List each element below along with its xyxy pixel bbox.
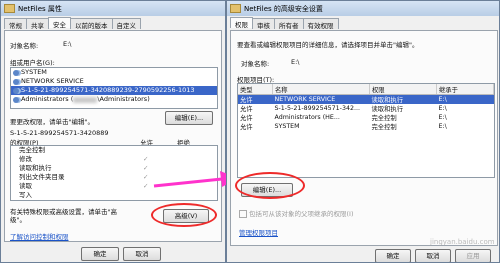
allow-check-icon: ✓ — [143, 155, 149, 163]
special-permissions-hint: 有关特殊权限或高级设置，请单击"高 — [10, 208, 117, 216]
edit-hint: 要更改权限，请单击"编辑"。 — [10, 118, 94, 126]
object-name-label: 对象名称: — [10, 42, 39, 50]
cancel-button[interactable]: 取消 — [123, 247, 161, 261]
cell-name: NETWORK SERVICE — [272, 94, 370, 104]
window-title: NetFiles 属性 — [18, 4, 62, 13]
cell-perm: 完全控制 — [371, 124, 397, 131]
allow-check-icon: ✓ — [143, 182, 149, 190]
ok-button[interactable]: 确定 — [81, 247, 119, 261]
permission-name: 完全控制 — [19, 146, 45, 154]
permission-row: 完全控制 — [11, 146, 217, 155]
user-icon — [13, 87, 19, 94]
allow-check-icon: ✓ — [143, 164, 149, 172]
list-item[interactable]: Administrators (\Administrators) — [11, 95, 217, 104]
tab-general[interactable]: 常规 — [4, 18, 27, 30]
tab-previous-versions[interactable]: 以前的版本 — [70, 18, 113, 30]
cell-type: 允许 — [240, 106, 253, 113]
tab-security[interactable]: 安全 — [48, 17, 71, 29]
cell-type: 允许 — [240, 115, 253, 122]
object-name-value: E:\ — [291, 58, 300, 66]
cell-from: E:\ — [438, 105, 447, 112]
cell-perm: 读取和执行 — [369, 94, 437, 104]
inherit-checkbox[interactable]: 包括可从该对象的父项继承的权限(I) — [239, 208, 354, 218]
checkbox-icon — [239, 210, 247, 218]
allow-check-icon: ✓ — [143, 173, 149, 181]
apply-button[interactable]: 应用 — [455, 249, 491, 262]
cell-perm: 完全控制 — [371, 115, 397, 122]
tab-customize[interactable]: 自定义 — [111, 18, 141, 30]
permission-name: 写入 — [19, 191, 32, 199]
cell-from: E:\ — [436, 94, 494, 104]
table-row[interactable]: 允许 SYSTEM 完全控制 E:\ — [238, 122, 494, 131]
special-permissions-hint-2: 级"。 — [10, 216, 26, 224]
permission-name: 读取 — [19, 182, 32, 190]
folder-icon — [230, 4, 241, 13]
list-item[interactable]: SYSTEM — [11, 68, 217, 77]
user-group-icon — [13, 96, 19, 103]
cell-type: 允许 — [238, 94, 273, 104]
intro-text: 要查看或编辑权限项目的详细信息，请选择项目并单击"编辑"。 — [237, 41, 419, 49]
entries-grid: 类型 名称 权限 继承于 允许 NETWORK SERVICE 读取和执行 E:\ 允许… — [238, 84, 494, 131]
tab-sharing[interactable]: 共享 — [26, 18, 49, 30]
properties-window: NetFiles 属性 常规 共享 安全 以前的版本 自定义 对象名称: E:\… — [0, 0, 226, 263]
permission-name: 读取和执行 — [19, 164, 52, 172]
table-row[interactable]: 允许 S-1-5-21-899254571-342... 读取和执行 E:\ — [238, 104, 494, 113]
ok-button[interactable]: 确定 — [375, 249, 411, 262]
folder-icon — [4, 4, 15, 13]
annotation-circle — [151, 203, 217, 227]
permission-row: 修改 ✓ — [11, 155, 217, 164]
advanced-permissions-panel: 要查看或编辑权限项目的详细信息，请选择项目并单击"编辑"。 对象名称: E:\ … — [230, 30, 498, 246]
cell-name: S-1-5-21-899254571-342... — [274, 105, 360, 112]
column-type[interactable]: 类型 — [238, 84, 273, 95]
cell-type: 允许 — [240, 124, 253, 131]
permission-entries-table[interactable]: 类型 名称 权限 继承于 允许 NETWORK SERVICE 读取和执行 E:\ 允许… — [237, 83, 495, 178]
edit-button[interactable]: 编辑(E)... — [165, 111, 213, 125]
table-row-selected[interactable]: 允许 NETWORK SERVICE 读取和执行 E:\ — [238, 94, 494, 104]
manage-entries-link[interactable]: 管理权限项目 — [239, 227, 278, 237]
permission-name: 修改 — [19, 155, 32, 163]
properties-titlebar: NetFiles 属性 — [1, 1, 225, 16]
cell-from: E:\ — [438, 114, 447, 121]
table-row[interactable]: 允许 Administrators (HE... 完全控制 E:\ — [238, 113, 494, 122]
advanced-titlebar: NetFiles 的高级安全设置 — [227, 1, 499, 16]
annotation-circle — [235, 172, 305, 199]
user-list[interactable]: SYSTEM NETWORK SERVICE S-1-5-21-89925457… — [10, 67, 218, 109]
column-name[interactable]: 名称 — [272, 84, 370, 95]
object-name-value: E:\ — [63, 40, 72, 48]
cancel-button[interactable]: 取消 — [415, 249, 451, 262]
column-permission[interactable]: 权限 — [369, 84, 437, 95]
tab-owner[interactable]: 所有者 — [274, 18, 304, 30]
tab-auditing[interactable]: 审核 — [252, 18, 275, 30]
permissions-for-label: S-1-5-21-899254571-3420889 — [10, 129, 109, 137]
column-inherited-from[interactable]: 继承于 — [436, 84, 494, 95]
cell-name: SYSTEM — [274, 123, 300, 130]
user-group-icon — [13, 69, 19, 76]
tab-effective-permissions[interactable]: 有效权限 — [302, 18, 339, 30]
redacted-text — [73, 96, 98, 103]
cell-perm: 读取和执行 — [371, 106, 403, 113]
tab-permissions[interactable]: 权限 — [230, 17, 253, 29]
advanced-tabs: 权限 审核 所有者 有效权限 — [227, 16, 499, 30]
learn-access-control-link[interactable]: 了解访问控制和权限 — [10, 231, 69, 241]
user-group-icon — [13, 78, 19, 85]
watermark: jingyan.baidu.com — [430, 238, 495, 246]
group-label: 组或用户名(G): — [10, 59, 55, 67]
cell-from: E:\ — [438, 123, 447, 130]
permission-name: 列出文件夹目录 — [19, 173, 65, 181]
object-name-label: 对象名称: — [241, 60, 270, 68]
list-item-selected[interactable]: S-1-5-21-899254571-3420889239-2790592256… — [11, 86, 217, 95]
cell-name: Administrators (HE... — [274, 114, 340, 121]
window-title: NetFiles 的高级安全设置 — [244, 4, 323, 13]
security-panel: 对象名称: E:\ 组或用户名(G): SYSTEM NETWORK SERVI… — [4, 30, 222, 242]
properties-tabs: 常规 共享 安全 以前的版本 自定义 — [1, 16, 225, 30]
list-item[interactable]: NETWORK SERVICE — [11, 77, 217, 86]
advanced-security-window: NetFiles 的高级安全设置 权限 审核 所有者 有效权限 要查看或编辑权限… — [226, 0, 500, 263]
